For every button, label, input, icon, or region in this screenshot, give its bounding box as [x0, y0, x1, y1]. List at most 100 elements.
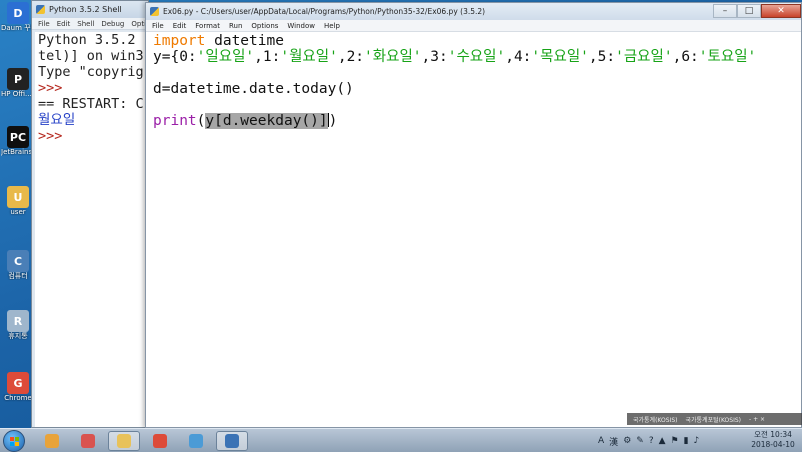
editor-menu-window[interactable]: Window: [287, 22, 315, 30]
selected-text[interactable]: y[d.weekday()]: [205, 113, 328, 129]
dict-value-string: '수요일': [447, 49, 506, 65]
desktop-icon-label: Chrome: [4, 394, 32, 402]
taskbar: A 漢 ⚙ ✎? ▲ ⚑ ▮ ♪ 오전 10:34 2018-04-10: [0, 428, 802, 452]
code-line-4: d=datetime.date.today(): [153, 81, 354, 97]
shell-line: Type "copyrig: [38, 64, 144, 80]
desktop-icon-label: JetBrains PyCharm: [1, 148, 35, 156]
editor-menu-options[interactable]: Options: [251, 22, 278, 30]
editor-menu-help[interactable]: Help: [324, 22, 340, 30]
desktop-app-icon: P: [7, 68, 29, 90]
editor-titlebar[interactable]: Ex06.py - C:/Users/user/AppData/Local/Pr…: [146, 3, 801, 20]
desktop-icon[interactable]: PHP Offi... Pro 86: [1, 68, 35, 98]
taskbar-app-blue[interactable]: [180, 431, 212, 451]
shell-titlebar[interactable]: Python 3.5.2 Shell: [32, 1, 148, 18]
notice-item[interactable]: 국가통계(KOSIS): [633, 415, 677, 424]
editor-title: Ex06.py - C:/Users/user/AppData/Local/Pr…: [163, 7, 486, 16]
notification-strip[interactable]: 국가통계(KOSIS) 국가통계포털(KOSIS) - + ×: [627, 413, 802, 425]
python-icon: [36, 5, 45, 14]
close-paren: ): [328, 113, 338, 129]
desktop-app-icon: C: [7, 250, 29, 272]
maximize-button[interactable]: □: [737, 4, 761, 18]
desktop-icon[interactable]: DDaum 꾸러미: [1, 2, 35, 32]
tray-icon[interactable]: 漢: [609, 435, 618, 448]
editor-menu-file[interactable]: File: [152, 22, 164, 30]
tray-icon[interactable]: ✎: [636, 436, 644, 446]
tray-icon[interactable]: ⚙: [623, 436, 631, 446]
window-controls: – □ ✕: [713, 3, 801, 20]
desktop-icon[interactable]: C 컴퓨터: [2, 250, 34, 280]
dict-value-string: '토요일': [698, 49, 757, 65]
dict-key: ,5:: [588, 49, 616, 65]
taskbar-media-player[interactable]: [36, 431, 68, 451]
shell-menu-edit[interactable]: Edit: [57, 20, 71, 28]
desktop-app-icon: U: [7, 186, 29, 208]
dict-value-string: '금요일': [615, 49, 673, 65]
minimize-button[interactable]: –: [713, 4, 737, 18]
desktop-icon-label: user: [10, 208, 26, 216]
taskbar-chrome[interactable]: [144, 431, 176, 451]
code-editor[interactable]: import datetime y={0:'일요일',1:'월요일',2:'화요…: [146, 33, 801, 427]
python-icon: [150, 7, 159, 16]
desktop-icon[interactable]: G Chrome: [2, 372, 34, 402]
dict-key: ,4:: [505, 49, 532, 65]
taskbar-python-idle[interactable]: [216, 431, 248, 451]
start-button[interactable]: [3, 430, 25, 452]
desktop-icon-label: 휴지통: [8, 332, 28, 340]
shell-line: 월요일: [38, 112, 76, 128]
editor-menubar: File Edit Format Run Options Window Help: [146, 20, 801, 32]
tray-icon[interactable]: ⚑: [671, 436, 679, 446]
desktop-icon-label: HP Offi... Pro 86: [1, 90, 35, 98]
tray-icon[interactable]: ♪: [694, 436, 700, 446]
shell-menu-debug[interactable]: Debug: [101, 20, 124, 28]
desktop-icon[interactable]: R 휴지통: [2, 310, 34, 340]
editor-menu-run[interactable]: Run: [229, 22, 242, 30]
shell-line: >>>: [38, 80, 63, 96]
shell-menu-shell[interactable]: Shell: [77, 20, 94, 28]
shell-menu-opti[interactable]: Opti: [131, 20, 146, 28]
keyword-import: import: [153, 33, 206, 49]
dict-value-string: '목요일': [531, 49, 589, 65]
dict-key: ,2:: [337, 49, 365, 65]
dict-open: y={: [153, 49, 180, 65]
shell-title: Python 3.5.2 Shell: [49, 5, 122, 14]
desktop-app-icon: G: [7, 372, 29, 394]
desktop-icon-label: Daum 꾸러미: [1, 24, 35, 32]
app-blue-icon: [189, 434, 203, 448]
dict-key: ,6:: [672, 49, 699, 65]
editor-menu-format[interactable]: Format: [195, 22, 220, 30]
notice-item[interactable]: 국가통계포털(KOSIS): [685, 415, 741, 424]
dict-key: 0:: [179, 49, 197, 65]
editor-menu-edit[interactable]: Edit: [173, 22, 187, 30]
desktop-icon[interactable]: Uuser: [2, 186, 34, 216]
desktop-app-icon: D: [7, 2, 29, 24]
chrome-icon: [153, 434, 167, 448]
code-line-2: y={0:'일요일',1:'월요일',2:'화요일',3:'수요일',4:'목요…: [153, 49, 801, 65]
notice-item[interactable]: - + ×: [749, 416, 765, 423]
close-button[interactable]: ✕: [761, 4, 801, 18]
desktop-icon-label: 컴퓨터: [8, 272, 28, 280]
taskbar-file-explorer[interactable]: [108, 431, 140, 451]
shell-line: >>>: [38, 128, 63, 144]
python-shell-window[interactable]: Python 3.5.2 Shell File Edit Shell Debug Opt…: [31, 0, 149, 428]
snipping-tool-icon: [81, 434, 95, 448]
dict-value-string: '화요일': [364, 49, 422, 65]
tray-icon[interactable]: ▮: [684, 436, 689, 446]
shell-output-area[interactable]: Python 3.5.2 tel)] on win3 Type "copyrig >>…: [35, 32, 148, 427]
media-player-icon: [45, 434, 59, 448]
shell-line: tel)] on win3: [38, 48, 144, 64]
shell-line: Python 3.5.2: [38, 32, 136, 48]
system-tray: A 漢 ⚙ ✎? ▲ ⚑ ▮ ♪: [598, 432, 704, 450]
python-idle-icon: [225, 434, 239, 448]
desktop-icon[interactable]: PCJetBrains PyCharm: [1, 126, 35, 156]
shell-menubar: File Edit Shell Debug Opti: [32, 18, 148, 30]
shell-menu-file[interactable]: File: [38, 20, 50, 28]
clock[interactable]: 오전 10:34 2018-04-10: [746, 430, 800, 450]
editor-window[interactable]: Ex06.py - C:/Users/user/AppData/Local/Pr…: [145, 2, 802, 428]
tray-icon[interactable]: ▲: [659, 436, 666, 446]
tray-icon[interactable]: ?: [649, 436, 654, 446]
dict-value-string: '월요일': [280, 49, 338, 65]
tray-icon[interactable]: A: [598, 436, 604, 446]
taskbar-snipping-tool[interactable]: [72, 431, 104, 451]
dict-key: ,3:: [421, 49, 448, 65]
